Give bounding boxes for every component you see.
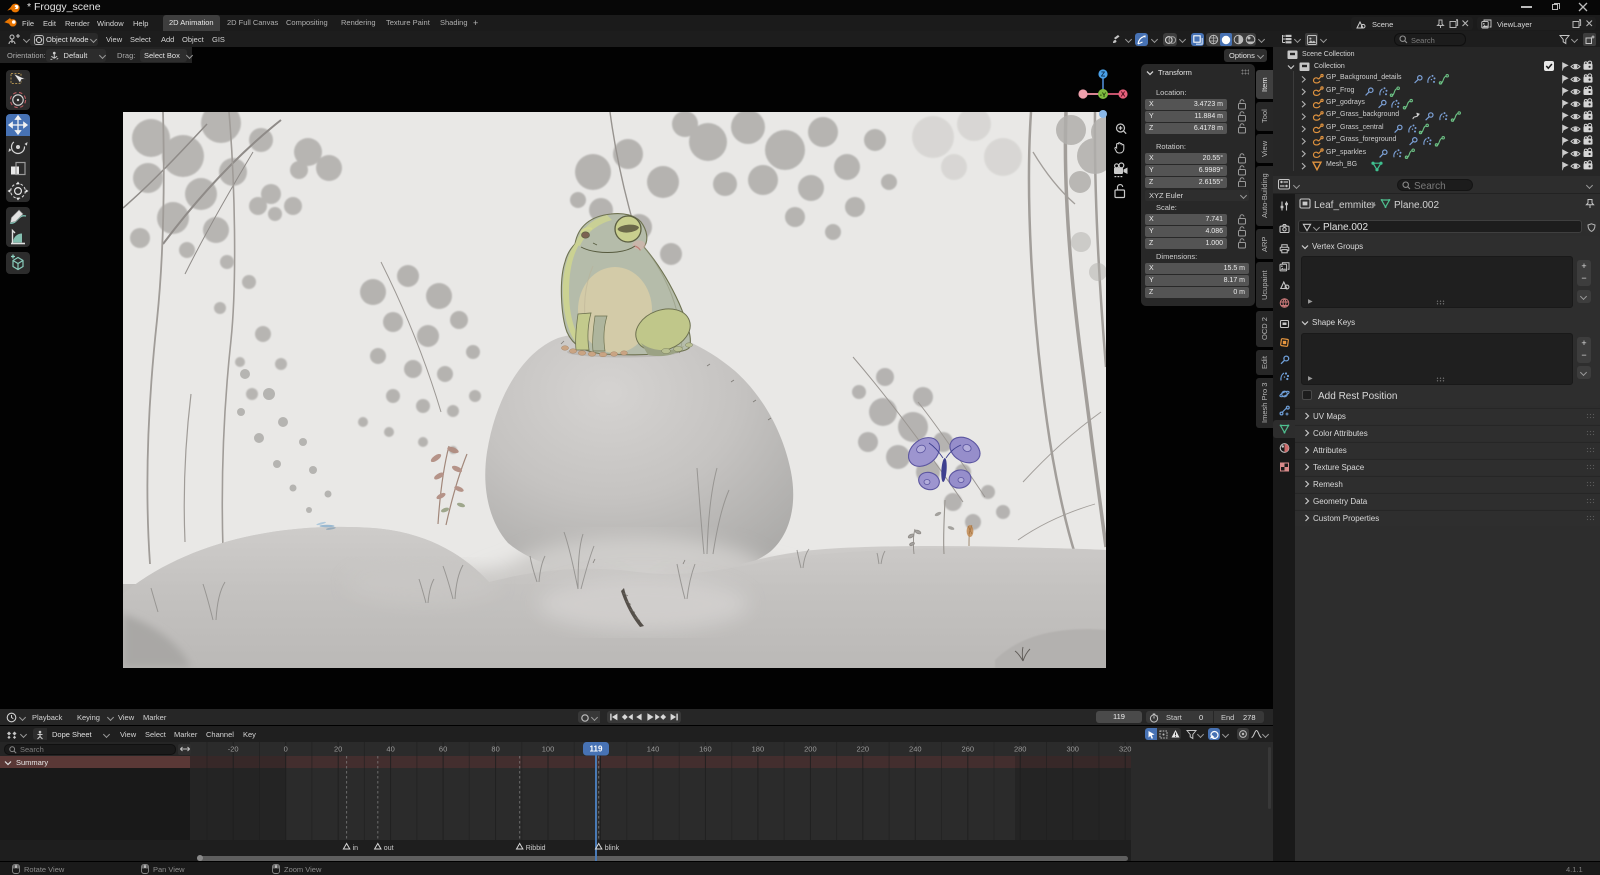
- svg-text:80: 80: [491, 745, 499, 754]
- svg-text:-20: -20: [228, 745, 239, 754]
- svg-text:180: 180: [752, 745, 765, 754]
- svg-text:0: 0: [284, 745, 288, 754]
- svg-text:300: 300: [1066, 745, 1079, 754]
- svg-text:in: in: [353, 845, 359, 852]
- svg-text:160: 160: [699, 745, 712, 754]
- svg-text:20: 20: [334, 745, 342, 754]
- svg-text:119: 119: [590, 745, 603, 754]
- svg-text:out: out: [384, 845, 394, 852]
- svg-text:260: 260: [962, 745, 975, 754]
- svg-text:200: 200: [804, 745, 817, 754]
- svg-text:Ribbid: Ribbid: [526, 845, 546, 852]
- svg-text:240: 240: [909, 745, 922, 754]
- svg-text:320: 320: [1119, 745, 1132, 754]
- svg-text:220: 220: [857, 745, 870, 754]
- svg-text:X: X: [1121, 92, 1126, 99]
- svg-text:-Y: -Y: [1100, 92, 1107, 99]
- svg-text:Z: Z: [1101, 72, 1106, 79]
- svg-text:60: 60: [439, 745, 447, 754]
- svg-text:40: 40: [386, 745, 394, 754]
- svg-text:280: 280: [1014, 745, 1027, 754]
- svg-text:blink: blink: [605, 845, 620, 852]
- svg-text:100: 100: [542, 745, 555, 754]
- svg-text:140: 140: [647, 745, 660, 754]
